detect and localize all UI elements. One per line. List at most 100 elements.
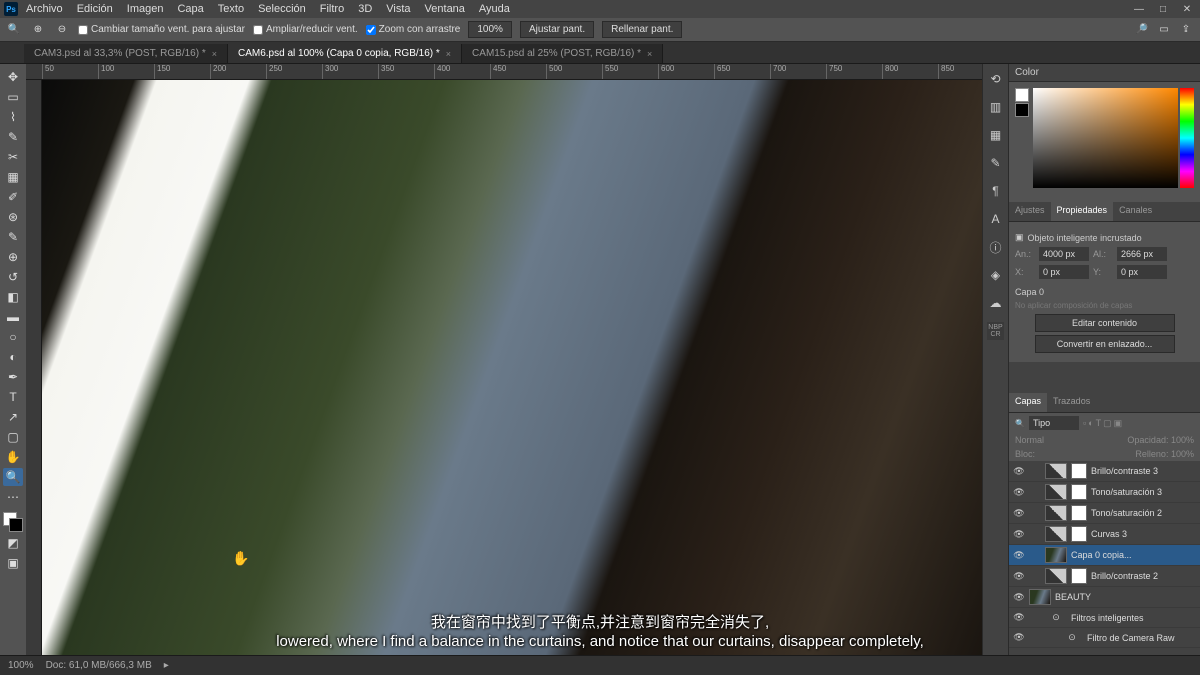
filter-smart-icon[interactable]: ▣	[1114, 418, 1123, 429]
close-icon[interactable]: ×	[647, 49, 652, 59]
layer-mask[interactable]	[1071, 526, 1087, 542]
close-button[interactable]: ✕	[1178, 2, 1196, 16]
gradient-tool[interactable]: ▬	[3, 308, 23, 326]
hue-slider[interactable]	[1180, 88, 1194, 188]
edit-toolbar[interactable]: ⋯	[3, 488, 23, 506]
workspace-icon[interactable]: ▭	[1156, 22, 1172, 38]
layers-list[interactable]: 👁Brillo/contraste 3👁Tono/saturación 3👁To…	[1009, 461, 1200, 655]
layer-mask[interactable]	[1071, 568, 1087, 584]
tab-adjustments[interactable]: Ajustes	[1009, 202, 1051, 221]
bg-swatch[interactable]	[1015, 103, 1029, 117]
layer-name[interactable]: BEAUTY	[1055, 592, 1196, 602]
quickmask-tool[interactable]: ◩	[3, 534, 23, 552]
color-panel-header[interactable]: Color	[1009, 64, 1200, 82]
y-field[interactable]: 0 px	[1117, 265, 1167, 279]
color-swatches[interactable]	[3, 512, 23, 532]
visibility-icon[interactable]: 👁	[1013, 592, 1025, 603]
swatches-icon[interactable]: ▦	[987, 126, 1005, 144]
menu-file[interactable]: Archivo	[26, 3, 63, 15]
fit-screen-button[interactable]: Ajustar pant.	[520, 21, 594, 38]
share-icon[interactable]: ⇪	[1178, 22, 1194, 38]
layer-item[interactable]: 👁Tono/saturación 2	[1009, 503, 1200, 524]
layer-item[interactable]: 👁 Curvas 3	[1009, 524, 1200, 545]
info-icon[interactable]: ⓘ	[987, 238, 1005, 256]
zoom-tool[interactable]: 🔍	[3, 468, 23, 486]
visibility-icon[interactable]: 👁	[1013, 571, 1025, 582]
menu-edit[interactable]: Edición	[77, 3, 113, 15]
layer-name[interactable]: Tono/saturación 3	[1091, 487, 1196, 497]
layer-item[interactable]: 👁 Tono/saturación 3	[1009, 482, 1200, 503]
close-icon[interactable]: ×	[446, 49, 451, 59]
paragraph-icon[interactable]: ¶	[987, 182, 1005, 200]
canvas[interactable]: ✋	[42, 80, 982, 655]
filter-adj-icon[interactable]: ◐	[1088, 418, 1093, 429]
zoom-level[interactable]: 100%	[8, 660, 34, 671]
layer-name[interactable]: Brillo/contraste 3	[1091, 466, 1196, 476]
width-field[interactable]: 4000 px	[1039, 247, 1089, 261]
document-tab[interactable]: CAM15.psd al 25% (POST, RGB/16) *×	[462, 44, 663, 63]
color-picker[interactable]	[1033, 88, 1178, 188]
character-icon[interactable]: A	[987, 210, 1005, 228]
eyedropper-tool[interactable]: ✐	[3, 188, 23, 206]
layer-name[interactable]: Filtro de Camera Raw	[1087, 633, 1196, 643]
zoom-all-checkbox[interactable]: Ampliar/reducir vent.	[253, 24, 358, 35]
layer-name[interactable]: Brillo/contraste 2	[1091, 571, 1196, 581]
background-color[interactable]	[9, 518, 23, 532]
fg-swatch[interactable]	[1015, 88, 1029, 102]
layer-item[interactable]: 👁⊙Filtros inteligentes	[1009, 608, 1200, 628]
zoom-out-icon[interactable]: ⊖	[54, 22, 70, 38]
tab-channels[interactable]: Canales	[1113, 202, 1158, 221]
close-icon[interactable]: ×	[212, 49, 217, 59]
visibility-icon[interactable]: 👁	[1013, 632, 1025, 643]
layer-name[interactable]: Tono/saturación 2	[1091, 508, 1196, 518]
visibility-icon[interactable]: 👁	[1013, 529, 1025, 540]
shape-tool[interactable]: ▢	[3, 428, 23, 446]
brush-tool[interactable]: ✎	[3, 228, 23, 246]
menu-select[interactable]: Selección	[258, 3, 306, 15]
crop-tool[interactable]: ✂	[3, 148, 23, 166]
quick-select-tool[interactable]: ✎	[3, 128, 23, 146]
layer-item[interactable]: 👁⊙Filtro de Camera Raw	[1009, 628, 1200, 648]
stamp-tool[interactable]: ⊕	[3, 248, 23, 266]
resize-window-checkbox[interactable]: Cambiar tamaño vent. para ajustar	[78, 24, 245, 35]
layer-name[interactable]: Capa 0 copia...	[1071, 550, 1196, 560]
visibility-icon[interactable]: 👁	[1013, 612, 1025, 623]
menu-image[interactable]: Imagen	[127, 3, 164, 15]
layer-name[interactable]: Curvas 3	[1091, 529, 1196, 539]
dodge-tool[interactable]: ◐	[3, 348, 23, 366]
document-tab[interactable]: CAM6.psd al 100% (Capa 0 copia, RGB/16) …	[228, 44, 462, 63]
healing-tool[interactable]: ⊛	[3, 208, 23, 226]
menu-help[interactable]: Ayuda	[479, 3, 510, 15]
eraser-tool[interactable]: ◧	[3, 288, 23, 306]
edit-content-button[interactable]: Editar contenido	[1035, 314, 1175, 332]
maximize-button[interactable]: □	[1154, 2, 1172, 16]
layer-filter-kind[interactable]: Tipo	[1029, 416, 1079, 430]
visibility-icon[interactable]: 👁	[1013, 466, 1025, 477]
blur-tool[interactable]: ○	[3, 328, 23, 346]
layer-mask[interactable]	[1071, 484, 1087, 500]
navigator-icon[interactable]: ◈	[987, 266, 1005, 284]
filter-shape-icon[interactable]: ▢	[1103, 418, 1112, 429]
layer-item[interactable]: 👁 BEAUTY	[1009, 587, 1200, 608]
histogram-icon[interactable]: ▥	[987, 98, 1005, 116]
minimize-button[interactable]: —	[1130, 2, 1148, 16]
menu-filter[interactable]: Filtro	[320, 3, 344, 15]
type-tool[interactable]: T	[3, 388, 23, 406]
brushes-icon[interactable]: ✎	[987, 154, 1005, 172]
tab-paths[interactable]: Trazados	[1047, 393, 1096, 412]
frame-tool[interactable]: ▦	[3, 168, 23, 186]
document-tab[interactable]: CAM3.psd al 33,3% (POST, RGB/16) *×	[24, 44, 228, 63]
filter-type-icon[interactable]: T	[1096, 418, 1102, 429]
history-icon[interactable]: ⟲	[987, 70, 1005, 88]
zoom-100-button[interactable]: 100%	[468, 21, 512, 38]
libraries-icon[interactable]: ☁	[987, 294, 1005, 312]
visibility-icon[interactable]: 👁	[1013, 487, 1025, 498]
menu-3d[interactable]: 3D	[358, 3, 372, 15]
history-brush-tool[interactable]: ↺	[3, 268, 23, 286]
layer-item[interactable]: 👁 Capa 0 copia...	[1009, 545, 1200, 566]
screenmode-tool[interactable]: ▣	[3, 554, 23, 572]
visibility-icon[interactable]: 👁	[1013, 550, 1025, 561]
nbp-plugin-icon[interactable]: NBPCR	[987, 322, 1003, 340]
marquee-tool[interactable]: ▭	[3, 88, 23, 106]
tab-properties[interactable]: Propiedades	[1051, 202, 1114, 221]
